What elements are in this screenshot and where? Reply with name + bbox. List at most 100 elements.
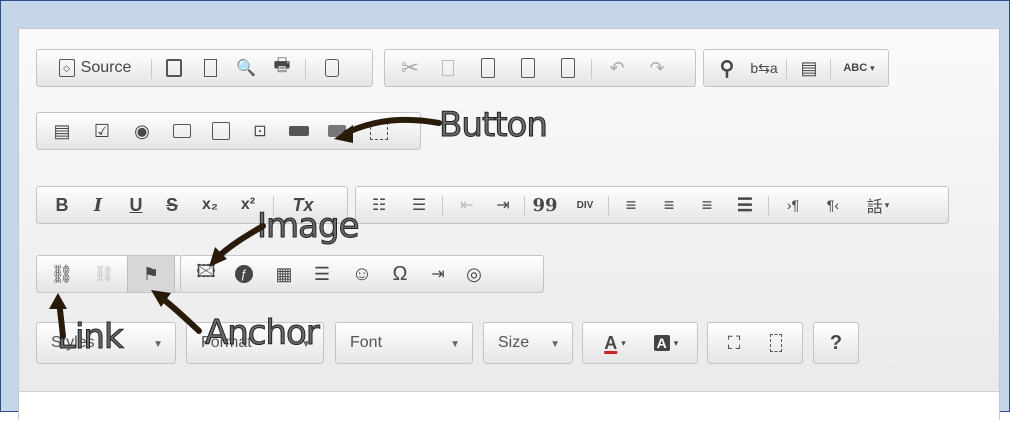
print-button[interactable]: 🖶 [265,50,299,86]
bold-button[interactable]: B [47,187,77,223]
subscript-button[interactable]: x₂ [193,187,227,223]
select-all-icon: ▤ [800,57,818,78]
table-icon: ▦ [275,263,293,284]
select-button[interactable]: ⊡ [243,113,277,149]
justify-button[interactable]: ☰ [728,187,762,223]
table-button[interactable]: ▦ [267,256,301,292]
image-button-icon [328,125,346,137]
find-button[interactable]: ⚲ [710,50,744,86]
iframe-button[interactable]: ◎ [457,256,491,292]
size-label: Size [498,334,530,351]
form-icon: ▤ [53,120,71,141]
link-button[interactable]: ⛓ [45,256,79,292]
button-icon [289,126,309,136]
insert-toolbar-group: 🖾 ƒ ▦ ☰ ☺ Ω ⇥ ◎ [180,255,544,293]
italic-button[interactable]: I [83,187,113,223]
horizontal-rule-button[interactable]: ☰ [305,256,339,292]
image-button[interactable]: 🖾 [189,256,223,292]
preview-button[interactable]: 🔍 [229,50,263,86]
chevron-down-icon: ▾ [884,199,890,210]
maximize-button[interactable]: ⛶ [714,323,754,363]
ltr-button[interactable]: ›¶ [776,187,810,223]
separator [442,196,443,216]
align-right-button[interactable]: ≡ [690,187,724,223]
align-left-icon: ≡ [625,194,637,215]
paste-text-button[interactable] [511,50,545,86]
page-break-icon: ⇥ [431,266,445,283]
bg-color-button[interactable]: A ▾ [643,323,689,363]
new-page-button[interactable] [193,50,227,86]
align-center-button[interactable]: ≡ [652,187,686,223]
align-left-button[interactable]: ≡ [614,187,648,223]
checkbox-button[interactable]: ☑ [85,113,119,149]
replace-button[interactable]: b⇆a [746,50,782,86]
strike-label: S [165,194,178,215]
language-button[interactable]: 話 ▾ [856,187,900,223]
anchor-button[interactable]: ⚑ [127,256,175,292]
special-char-button[interactable]: Ω [383,256,417,292]
show-blocks-button[interactable] [756,323,796,363]
numbered-list-button[interactable]: ☷ [362,187,396,223]
source-icon: ◇ [58,59,75,77]
help-button[interactable]: ? [818,323,854,363]
help-label: ? [829,331,843,354]
tools-toolbar-group: ⛶ [707,322,803,364]
replace-icon: b⇆a [750,59,778,76]
radio-button[interactable]: ◉ [125,113,159,149]
image-button-button[interactable] [319,113,355,149]
align-right-icon: ≡ [701,194,713,215]
paste-button[interactable] [471,50,505,86]
page-break-button[interactable]: ⇥ [421,256,455,292]
templates-button[interactable] [312,50,352,86]
text-field-button[interactable] [165,113,199,149]
separator [830,59,831,79]
rtl-button[interactable]: ¶‹ [816,187,850,223]
hidden-field-button[interactable] [359,113,399,149]
flag-icon: ⚑ [142,263,160,284]
preview-icon: 🔍 [236,60,256,77]
separator [786,59,787,79]
outdent-button[interactable]: ⇤ [450,187,484,223]
save-button[interactable] [157,50,191,86]
select-icon: ⊡ [253,123,267,140]
textarea-button[interactable] [203,113,239,149]
print-icon: 🖶 [273,55,291,75]
annotation-image: Image [256,206,359,247]
textarea-icon [212,122,230,140]
text-field-icon [173,124,191,138]
undo-button[interactable]: ↶ [599,50,635,86]
blockquote-button[interactable]: 99 [528,187,562,223]
source-button[interactable]: ◇ Source [43,50,147,86]
cut-icon: ✂ [400,55,420,80]
indent-button[interactable]: ⇥ [486,187,520,223]
text-color-icon: A [604,332,618,353]
smiley-button[interactable]: ☺ [345,256,379,292]
font-combo[interactable]: Font ▼ [335,322,473,364]
unlink-button[interactable]: ⛓ [87,256,121,292]
annotation-anchor: Anchor [205,313,321,354]
underline-button[interactable]: U [121,187,151,223]
bulleted-list-button[interactable]: ☰ [402,187,436,223]
form-button-button[interactable] [281,113,317,149]
subscript-label: x₂ [201,196,218,213]
paragraph-toolbar-group: ☷ ☰ ⇤ ⇥ 99 DIV ≡ ≡ ≡ ☰ ›¶ ¶‹ 話 ▾ [355,186,949,224]
copy-button[interactable] [431,50,465,86]
save-icon [166,59,182,77]
size-combo[interactable]: Size ▼ [483,322,573,364]
underline-label: U [129,194,143,215]
strike-button[interactable]: S [157,187,187,223]
omega-icon: Ω [392,262,408,285]
select-all-button[interactable]: ▤ [792,50,826,86]
create-div-button[interactable]: DIV [568,187,602,223]
font-label: Font [350,334,383,351]
checkbox-icon: ☑ [93,120,111,141]
cut-button[interactable]: ✂ [393,50,427,86]
paste-text-icon [521,58,535,78]
separator [151,59,152,79]
paste-word-button[interactable] [551,50,585,86]
spellcheck-button[interactable]: ABC ▾ [836,50,882,86]
form-button[interactable]: ▤ [45,113,79,149]
text-color-button[interactable]: A ▾ [593,323,637,363]
redo-button[interactable]: ↷ [639,50,675,86]
flash-button[interactable]: ƒ [227,256,261,292]
